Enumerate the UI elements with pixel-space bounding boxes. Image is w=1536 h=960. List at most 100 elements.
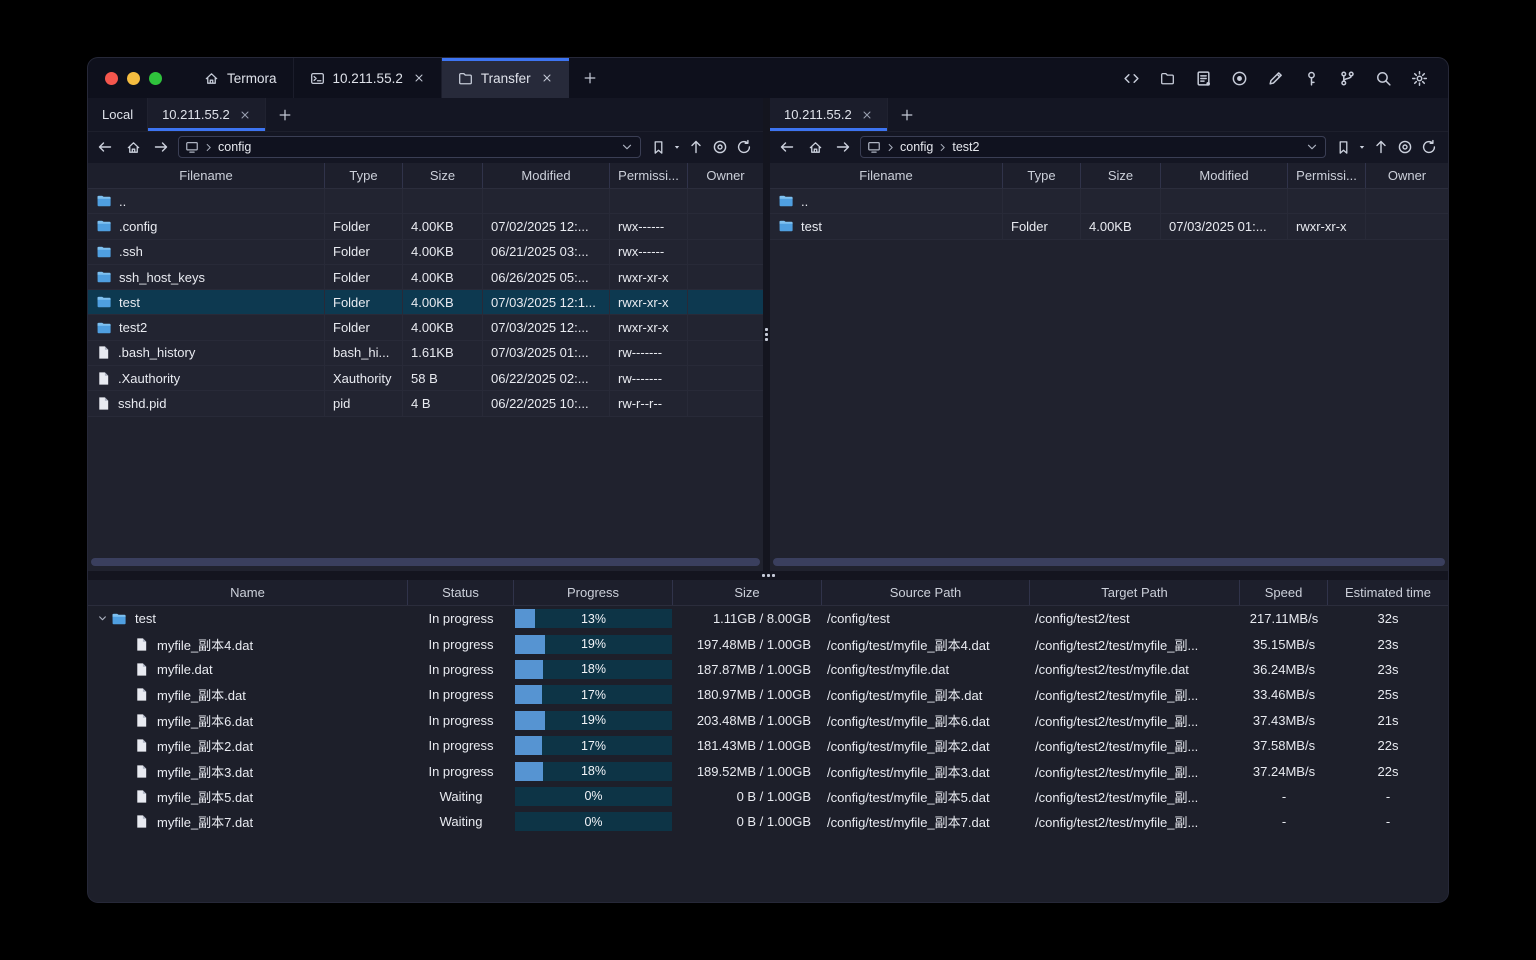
search-button[interactable]: [1370, 65, 1396, 91]
record-button[interactable]: [1226, 65, 1252, 91]
transfer-column-header-source-path[interactable]: Source Path: [822, 580, 1030, 605]
file-row-ssh[interactable]: .ssh Folder 4.00KB 06/21/2025 03:... rwx----…: [88, 239, 763, 265]
parent-directory-button[interactable]: [685, 136, 707, 158]
home-button[interactable]: [804, 136, 826, 158]
right-panel-path-input[interactable]: config test2: [860, 136, 1326, 158]
column-header-permissi[interactable]: Permissi...: [1288, 163, 1366, 188]
transfer-row-myfile-2-dat[interactable]: myfile_副本2.dat In progress 17% 181.43MB / 1…: [88, 733, 1448, 758]
column-header-permissi[interactable]: Permissi...: [610, 163, 688, 188]
tab-close-button[interactable]: [861, 109, 873, 121]
file-row-bash-history[interactable]: .bash_history bash_hi... 1.61KB 07/03/2025 …: [88, 340, 763, 367]
tab-close-button[interactable]: [239, 109, 251, 121]
left-panel-path-input[interactable]: config: [178, 136, 641, 158]
left-panel-new-tab-button[interactable]: [266, 98, 304, 131]
transfer-column-header-name[interactable]: Name: [88, 580, 408, 605]
show-hidden-files-button[interactable]: [709, 136, 731, 158]
refresh-button[interactable]: [733, 136, 755, 158]
path-segment[interactable]: config: [900, 140, 933, 154]
left-panel-horizontal-scrollbar[interactable]: [91, 558, 760, 566]
transfer-column-header-target-path[interactable]: Target Path: [1030, 580, 1240, 605]
path-dropdown-button[interactable]: [1305, 140, 1319, 154]
right-panel-horizontal-scrollbar[interactable]: [773, 558, 1445, 566]
key-button[interactable]: [1298, 65, 1324, 91]
branch-button[interactable]: [1334, 65, 1360, 91]
back-button[interactable]: [776, 136, 798, 158]
transfer-eta-cell: 23s: [1377, 661, 1399, 677]
file-row-xauthority[interactable]: .Xauthority Xauthority 58 B 06/22/2025 02:.…: [88, 366, 763, 392]
column-header-owner[interactable]: Owner: [688, 163, 763, 188]
modified-cell: 06/22/2025 10:...: [483, 391, 610, 416]
refresh-button[interactable]: [1418, 136, 1440, 158]
forward-button[interactable]: [150, 136, 172, 158]
column-header-type[interactable]: Type: [1003, 163, 1081, 188]
path-segment[interactable]: test2: [952, 140, 979, 154]
window-tab-10-211-55-2[interactable]: 10.211.55.2: [294, 58, 442, 98]
column-header-filename[interactable]: Filename: [88, 163, 325, 188]
transfer-column-header-speed[interactable]: Speed: [1240, 580, 1328, 605]
transfer-row-test[interactable]: test In progress 13% 1.11GB / 8.00GB/config…: [88, 606, 1448, 631]
bookmark-dropdown-button[interactable]: [1356, 136, 1368, 158]
column-header-size[interactable]: Size: [403, 163, 483, 188]
bookmark-icon: [651, 140, 666, 155]
code-button[interactable]: [1118, 65, 1144, 91]
parent-directory-button[interactable]: [1370, 136, 1392, 158]
left-panel-file-table: Filename Type Size Modified Permissi... Owner…: [88, 163, 763, 571]
transfer-row-myfile-dat[interactable]: myfile.dat In progress 18% 187.87MB / 1.00G…: [88, 657, 1448, 682]
file-row-ssh-host-keys[interactable]: ssh_host_keys Folder 4.00KB 06/26/2025 05:.…: [88, 264, 763, 291]
file-row-item[interactable]: ..: [770, 189, 1448, 215]
pencil-button[interactable]: [1262, 65, 1288, 91]
bookmark-dropdown-button[interactable]: [671, 136, 683, 158]
document-button[interactable]: [1190, 65, 1216, 91]
file-row-test[interactable]: test Folder 4.00KB 07/03/2025 01:... rwxr-xr…: [770, 214, 1448, 240]
horizontal-splitter[interactable]: [88, 571, 1448, 580]
collapse-expander-icon[interactable]: [96, 612, 111, 625]
transfer-source-cell: /config/test: [827, 611, 890, 627]
path-dropdown-button[interactable]: [620, 140, 634, 154]
left-panel-tab-local[interactable]: Local: [88, 98, 149, 131]
back-button[interactable]: [94, 136, 116, 158]
transfer-column-header-estimated-time[interactable]: Estimated time: [1328, 580, 1448, 605]
path-segment[interactable]: config: [218, 140, 251, 154]
window-tab-termora[interactable]: Termora: [188, 58, 294, 98]
column-header-owner[interactable]: Owner: [1366, 163, 1448, 188]
transfer-row-myfile-7-dat[interactable]: myfile_副本7.dat Waiting 0% 0 B / 1.00GB/conf…: [88, 809, 1448, 834]
settings-button[interactable]: [1406, 65, 1432, 91]
file-row-sshd-pid[interactable]: sshd.pid pid 4 B 06/22/2025 10:... rw-r--r--: [88, 391, 763, 417]
transfer-column-header-progress[interactable]: Progress: [514, 580, 673, 605]
close-window-button[interactable]: [105, 71, 118, 85]
column-header-modified[interactable]: Modified: [483, 163, 610, 188]
tab-close-button[interactable]: [541, 72, 553, 84]
new-tab-button[interactable]: [569, 58, 611, 98]
transfer-row-myfile-3-dat[interactable]: myfile_副本3.dat In progress 18% 189.52MB / 1…: [88, 758, 1448, 783]
folder-button[interactable]: [1154, 65, 1180, 91]
right-panel-tab-10-211-55-2[interactable]: 10.211.55.2: [770, 98, 888, 131]
home-button[interactable]: [122, 136, 144, 158]
file-row-test2[interactable]: test2 Folder 4.00KB 07/03/2025 12:... rwxr-x…: [88, 315, 763, 341]
transfer-row-myfile-4-dat[interactable]: myfile_副本4.dat In progress 19% 197.48MB / 1…: [88, 631, 1448, 656]
right-panel-new-tab-button[interactable]: [888, 98, 926, 131]
transfer-column-header-size[interactable]: Size: [673, 580, 822, 605]
minimize-window-button[interactable]: [127, 71, 140, 85]
terminal-icon: [310, 71, 325, 86]
file-row-config[interactable]: .config Folder 4.00KB 07/02/2025 12:... rwx-…: [88, 214, 763, 240]
left-panel-tab-10-211-55-2[interactable]: 10.211.55.2: [148, 98, 266, 131]
file-row-item[interactable]: ..: [88, 189, 763, 215]
transfer-column-header-status[interactable]: Status: [408, 580, 514, 605]
show-hidden-files-button[interactable]: [1394, 136, 1416, 158]
bookmark-button[interactable]: [647, 136, 669, 158]
bookmark-button[interactable]: [1332, 136, 1354, 158]
progress-bar: 18%: [515, 761, 672, 781]
tab-close-button[interactable]: [413, 72, 425, 84]
vertical-splitter[interactable]: [763, 98, 770, 571]
column-header-filename[interactable]: Filename: [770, 163, 1003, 188]
transfer-row-myfile-5-dat[interactable]: myfile_副本5.dat Waiting 0% 0 B / 1.00GB/conf…: [88, 784, 1448, 809]
column-header-modified[interactable]: Modified: [1161, 163, 1288, 188]
column-header-size[interactable]: Size: [1081, 163, 1161, 188]
column-header-type[interactable]: Type: [325, 163, 403, 188]
transfer-row-myfile-dat[interactable]: myfile_副本.dat In progress 17% 180.97MB / 1.…: [88, 682, 1448, 707]
forward-button[interactable]: [832, 136, 854, 158]
file-row-test[interactable]: test Folder 4.00KB 07/03/2025 12:1... rwxr-x…: [88, 290, 763, 316]
transfer-row-myfile-6-dat[interactable]: myfile_副本6.dat In progress 19% 203.48MB / 1…: [88, 708, 1448, 733]
zoom-window-button[interactable]: [149, 71, 162, 85]
window-tab-transfer[interactable]: Transfer: [441, 58, 569, 98]
